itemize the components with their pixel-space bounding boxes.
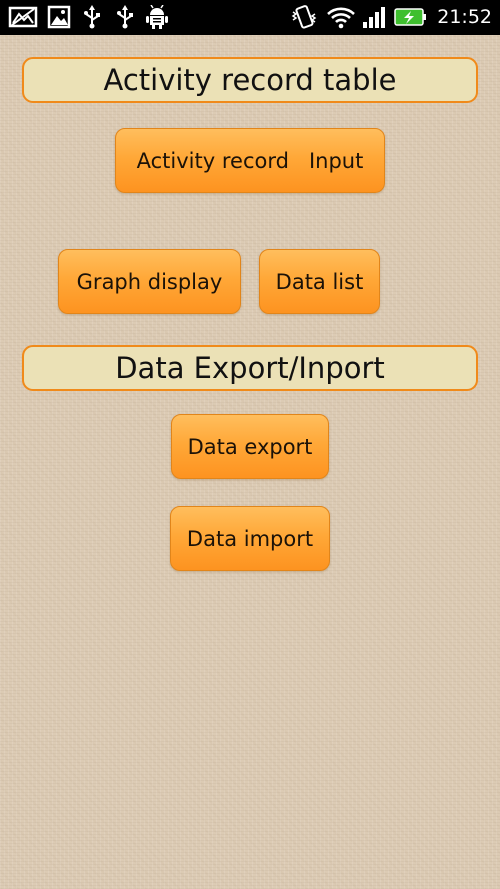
- data-export-button[interactable]: Data export: [171, 414, 329, 479]
- data-export-label: Data export: [187, 434, 313, 459]
- activity-section-title: Activity record table: [103, 63, 397, 97]
- activity-record-input-button[interactable]: Activity record Input: [115, 128, 385, 193]
- data-list-label: Data list: [275, 269, 364, 294]
- picture-frame-icon: [8, 5, 38, 29]
- activity-section-header: Activity record table: [22, 57, 478, 103]
- status-bar: 21:52: [0, 0, 500, 35]
- android-debug-icon: [146, 5, 168, 29]
- activity-record-input-label: Activity record Input: [136, 148, 364, 173]
- status-time: 21:52: [437, 6, 492, 28]
- data-section-title: Data Export/Inport: [115, 351, 385, 385]
- data-import-label: Data import: [186, 526, 314, 551]
- signal-icon: [362, 5, 388, 29]
- vibrate-icon: [290, 5, 318, 29]
- battery-charging-icon: [394, 5, 428, 29]
- wifi-icon: [326, 5, 356, 29]
- usb-icon: [82, 5, 102, 29]
- gallery-icon: [47, 5, 71, 29]
- data-import-button[interactable]: Data import: [170, 506, 330, 571]
- graph-display-button[interactable]: Graph display: [58, 249, 241, 314]
- data-section-header: Data Export/Inport: [22, 345, 478, 391]
- usb-icon: [115, 5, 135, 29]
- data-list-button[interactable]: Data list: [259, 249, 380, 314]
- graph-display-label: Graph display: [76, 269, 223, 294]
